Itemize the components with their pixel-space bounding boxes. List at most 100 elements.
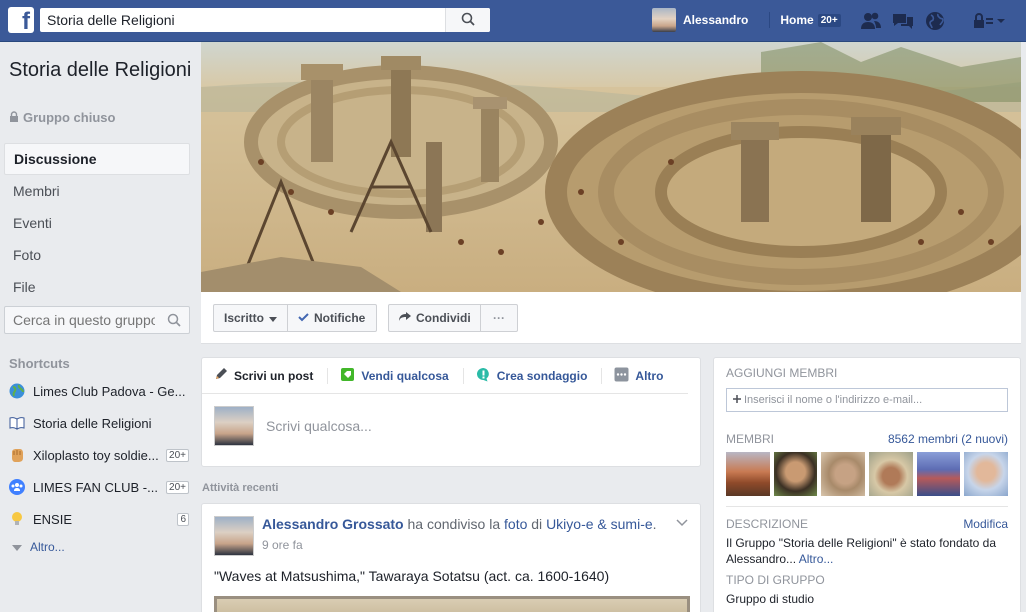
nav-item-discussione[interactable]: Discussione [4, 143, 190, 175]
nav-item-foto[interactable]: Foto [4, 239, 190, 271]
privacy-lock-icon[interactable] [972, 10, 994, 32]
tab-poll[interactable]: Crea sondaggio [476, 367, 588, 385]
nav-item-file[interactable]: File [4, 271, 190, 303]
search-button[interactable] [445, 8, 490, 32]
nav-divider [769, 12, 771, 28]
description-header: DESCRIZIONE Modifica [726, 517, 1008, 531]
tab-sell[interactable]: Vendi qualcosa [340, 367, 449, 385]
chevron-down-icon[interactable] [996, 10, 1006, 32]
post-verb: di [527, 516, 547, 532]
shortcut-item[interactable]: ENSIE 6 [9, 509, 189, 529]
members-heading: MEMBRI [726, 432, 774, 446]
book-icon [9, 415, 25, 431]
add-members-input[interactable]: Inserisci il nome o l'indirizzo e-mail..… [726, 388, 1008, 412]
group-icon [9, 479, 25, 495]
post-page-link[interactable]: Ukiyo-e & sumi-e [546, 516, 653, 532]
nav-item-membri[interactable]: Membri [4, 175, 190, 207]
messages-icon[interactable] [892, 10, 914, 32]
tab-label: Scrivi un post [234, 368, 314, 383]
tab-more[interactable]: Altro [614, 367, 663, 385]
post-header: Alessandro Grossato ha condiviso la foto… [202, 504, 700, 568]
cover-photo[interactable] [201, 42, 1021, 292]
caret-down-icon [269, 311, 278, 325]
pencil-icon [214, 367, 228, 384]
top-bar: f Alessandro Home 20+ [0, 0, 1026, 42]
group-type-label: Gruppo chiuso [23, 110, 116, 125]
search-input[interactable] [40, 8, 444, 32]
post-text: "Waves at Matsushima," Tawaraya Sotatsu … [214, 568, 610, 584]
member-avatar[interactable] [773, 452, 818, 496]
shortcut-item[interactable]: Limes Club Padova - Ge... [9, 381, 189, 401]
top-icons [860, 10, 1006, 32]
composer-body[interactable]: Scrivi qualcosa... [202, 394, 700, 458]
tab-label: Crea sondaggio [496, 368, 588, 383]
feed-post: Alessandro Grossato ha condiviso la foto… [201, 503, 701, 612]
lightbulb-icon [9, 511, 25, 527]
check-icon [298, 311, 309, 325]
cover-illustration [201, 42, 1021, 292]
member-avatar[interactable] [916, 452, 961, 496]
member-thumbnails [726, 452, 1009, 496]
composer-tabs: Scrivi un post Vendi qualcosa Crea sonda… [202, 358, 688, 394]
shortcut-item[interactable]: Storia delle Religioni [9, 413, 189, 433]
share-label: Condividi [416, 311, 471, 325]
description-text: Il Gruppo "Storia delle Religioni" è sta… [726, 535, 1008, 567]
joined-button[interactable]: Iscritto [213, 304, 288, 332]
plus-icon [733, 394, 741, 406]
nav-item-eventi[interactable]: Eventi [4, 207, 190, 239]
shortcuts-more-link[interactable]: Altro... [12, 540, 65, 554]
share-button[interactable]: Condividi [388, 304, 481, 332]
shortcut-item[interactable]: Xiloplasto toy soldie... 20+ [9, 445, 189, 465]
post-object-link[interactable]: foto [504, 516, 527, 532]
profile-link[interactable]: Alessandro [683, 13, 748, 27]
left-sidebar: Storia delle Religioni Gruppo chiuso Dis… [0, 42, 200, 612]
count-badge: 20+ [166, 448, 189, 462]
friends-icon[interactable] [860, 10, 882, 32]
edit-description-link[interactable]: Modifica [963, 517, 1008, 531]
member-avatar[interactable] [869, 452, 913, 496]
description-heading: DESCRIZIONE [726, 517, 809, 531]
post-meta: Alessandro Grossato ha condiviso la foto… [262, 516, 657, 556]
tab-divider [327, 367, 329, 384]
post-headline: Alessandro Grossato ha condiviso la foto… [262, 516, 657, 532]
notifications-button[interactable]: Notifiche [287, 304, 377, 332]
home-link[interactable]: Home [780, 13, 813, 27]
member-avatar[interactable] [821, 452, 866, 496]
composer-input[interactable]: Scrivi qualcosa... [266, 418, 372, 434]
member-avatar[interactable] [726, 452, 770, 496]
group-type-value: Gruppo di studio [726, 592, 815, 606]
more-label: Altro... [30, 540, 65, 554]
globe-icon [9, 383, 25, 399]
post-composer: Scrivi un post Vendi qualcosa Crea sonda… [201, 357, 701, 467]
globe-icon[interactable] [924, 10, 946, 32]
tab-label: Vendi qualcosa [361, 368, 449, 383]
shortcut-label: Limes Club Padova - Ge... [33, 383, 186, 399]
facebook-logo[interactable]: f [8, 7, 34, 33]
avatar[interactable] [652, 8, 676, 32]
post-image[interactable] [214, 596, 690, 612]
shortcut-item[interactable]: LIMES FAN CLUB -... 20+ [9, 477, 189, 497]
member-avatar[interactable] [964, 452, 1009, 496]
post-timestamp[interactable]: 9 ore fa [262, 538, 657, 552]
recent-activity-label: Attività recenti [202, 482, 279, 494]
members-count-link[interactable]: 8562 membri (2 nuovi) [888, 432, 1008, 446]
tab-divider [601, 367, 603, 384]
description-more-link[interactable]: Altro... [799, 552, 834, 566]
chevron-down-icon[interactable] [676, 516, 688, 530]
group-search-input[interactable] [5, 307, 155, 333]
shortcuts-heading: Shortcuts [9, 356, 70, 371]
tab-write-post[interactable]: Scrivi un post [214, 367, 313, 384]
more-options-button[interactable]: ··· [480, 304, 518, 332]
search-icon[interactable] [167, 313, 181, 330]
add-members-placeholder: Inserisci il nome o l'indirizzo e-mail..… [744, 394, 923, 406]
lock-icon [9, 110, 19, 125]
avatar[interactable] [214, 516, 254, 556]
group-title[interactable]: Storia delle Religioni [9, 58, 194, 82]
fist-icon [9, 447, 25, 463]
global-search [40, 8, 490, 32]
post-verb: ha condiviso la [403, 516, 505, 532]
post-author-link[interactable]: Alessandro Grossato [262, 516, 404, 532]
group-privacy: Gruppo chiuso [9, 110, 115, 125]
shortcut-label: Xiloplasto toy soldie... [33, 447, 159, 463]
count-badge: 6 [177, 512, 189, 526]
